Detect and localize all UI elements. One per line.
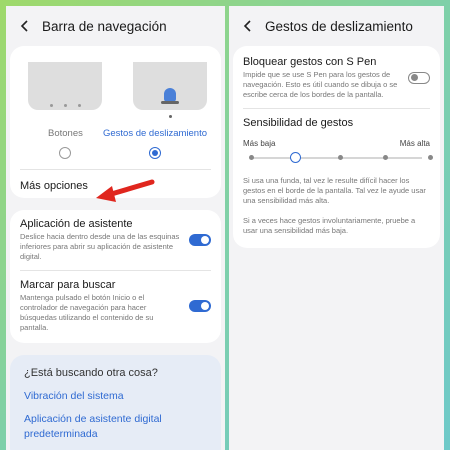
slider-track[interactable]: [243, 150, 433, 166]
radio-buttons[interactable]: [59, 147, 72, 159]
block-spen-title: Bloquear gestos con S Pen: [243, 56, 377, 68]
recents-icon: [49, 103, 53, 107]
slider-min-label: Más baja: [243, 139, 276, 148]
gestures-preview-image[interactable]: [133, 62, 207, 118]
swipe-gesture-icon: [164, 88, 176, 102]
back-icon: [77, 103, 81, 107]
back-arrow-icon[interactable]: [239, 17, 257, 35]
annotation-arrow-icon: [96, 179, 155, 202]
slider-step-dot: [382, 155, 388, 160]
circle-to-search-row[interactable]: Marcar para buscar Mantenga pulsado el b…: [10, 271, 221, 343]
gesture-handle: [161, 101, 179, 104]
page-title: Barra de navegación: [42, 18, 167, 34]
option-gestures-label: Gestos de deslizamiento: [102, 128, 207, 139]
page-title: Gestos de deslizamiento: [265, 18, 413, 34]
circle-to-search-title: Marcar para buscar: [20, 279, 116, 291]
slider-line: [251, 157, 422, 159]
link-default-assistant-app[interactable]: Aplicación de asistente digital predeter…: [24, 412, 207, 442]
assistant-app-title: Aplicación de asistente: [20, 218, 133, 230]
home-icon: [63, 103, 67, 107]
sensitivity-title: Sensibilidad de gestos: [243, 117, 354, 129]
block-spen-toggle[interactable]: [408, 72, 430, 84]
option-buttons[interactable]: Botones: [48, 128, 83, 159]
gesture-settings-card: Bloquear gestos con S Pen Impide que se …: [233, 46, 440, 248]
slider-step-dot: [248, 155, 254, 160]
link-system-vibration[interactable]: Vibración del sistema: [24, 389, 207, 404]
top-bar: Barra de navegación: [6, 6, 225, 46]
back-arrow-icon[interactable]: [16, 17, 34, 35]
block-spen-gestures-row[interactable]: Bloquear gestos con S Pen Impide que se …: [233, 46, 440, 108]
assistant-app-desc: Deslice hacia dentro desde una de las es…: [20, 232, 180, 261]
radio-gestures[interactable]: [148, 147, 161, 159]
top-bar: Gestos de deslizamiento: [229, 6, 444, 46]
looking-title: ¿Está buscando otra cosa?: [24, 367, 158, 379]
looking-for-something-card: ¿Está buscando otra cosa? Vibración del …: [10, 355, 221, 450]
swipe-gestures-panel: Gestos de deslizamiento Bloquear gestos …: [229, 6, 444, 450]
sensitivity-slider[interactable]: Más baja Más alta: [233, 139, 440, 166]
slider-thumb[interactable]: [289, 152, 301, 163]
option-buttons-label: Botones: [48, 128, 83, 139]
assistant-app-row[interactable]: Aplicación de asistente Deslice hacia de…: [10, 210, 221, 270]
block-spen-desc: Impide que se use S Pen para los gestos …: [243, 70, 398, 99]
nav-bar-settings-panel: Barra de navegación Botones Gestos de de…: [6, 6, 225, 450]
slider-step-dot: [427, 155, 433, 160]
slider-max-label: Más alta: [399, 139, 430, 148]
slider-step-dot: [338, 155, 343, 160]
gesture-hint-dot: [169, 115, 172, 118]
assistant-app-toggle[interactable]: [189, 234, 211, 246]
assistant-settings-card: Aplicación de asistente Deslice hacia de…: [10, 210, 221, 343]
circle-to-search-toggle[interactable]: [189, 300, 211, 312]
option-gestures[interactable]: Gestos de deslizamiento: [103, 128, 207, 159]
buttons-preview-image[interactable]: [28, 62, 102, 110]
info-text-case: Si usa una funda, tal vez le resulte dif…: [243, 176, 426, 205]
info-text-involuntary: Si a veces hace gestos involuntariamente…: [243, 216, 416, 235]
circle-to-search-desc: Mantenga pulsado el botón Inicio o el co…: [20, 293, 154, 332]
navigation-type-card: Botones Gestos de deslizamiento Más opci…: [10, 46, 221, 198]
